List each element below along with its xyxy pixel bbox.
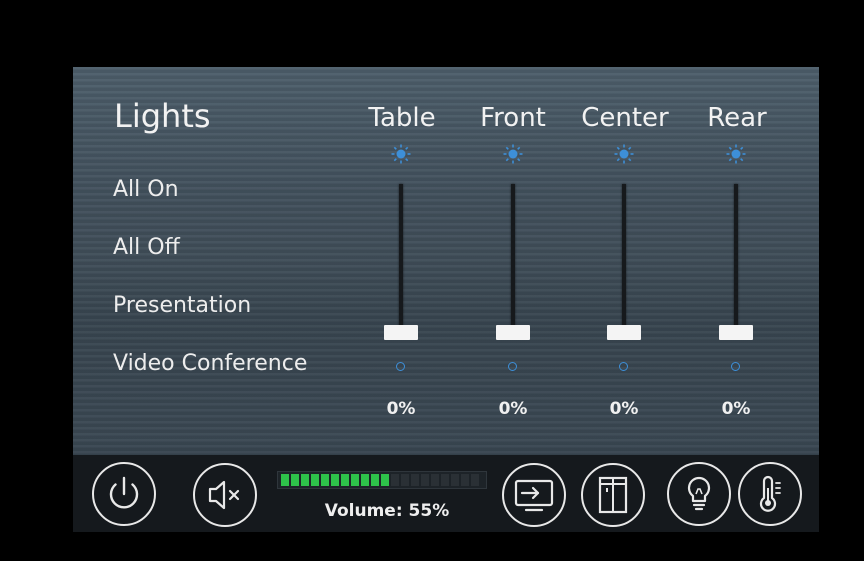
volume-segment	[331, 474, 339, 486]
volume-segment	[341, 474, 349, 486]
zone-center-label: Center	[581, 103, 669, 133]
zone-center-level: 0%	[609, 399, 639, 419]
zone-table-on-icon[interactable]	[391, 144, 411, 164]
scene-video-conference-button[interactable]: Video Conference	[113, 351, 307, 376]
volume-segment	[311, 474, 319, 486]
zone-rear-off-icon[interactable]	[731, 362, 740, 371]
volume-segment	[401, 474, 409, 486]
zone-rear-level: 0%	[721, 399, 751, 419]
zone-front-slider-track[interactable]	[511, 184, 515, 334]
volume-segment	[371, 474, 379, 486]
zone-table-off-icon[interactable]	[396, 362, 405, 371]
scene-presentation-button[interactable]: Presentation	[113, 293, 251, 318]
bottom-control-bar: Volume: 55%	[73, 455, 819, 532]
volume-segment	[301, 474, 309, 486]
volume-segment	[411, 474, 419, 486]
zone-rear-slider-track[interactable]	[734, 184, 738, 334]
volume-segment	[451, 474, 459, 486]
volume-segment	[321, 474, 329, 486]
zone-front-on-icon[interactable]	[503, 144, 523, 164]
lights-panel: Lights All On All Off Presentation Video…	[73, 67, 819, 532]
zone-rear-slider-handle[interactable]	[719, 325, 753, 340]
volume-segment	[351, 474, 359, 486]
volume-segment	[281, 474, 289, 486]
window-icon	[598, 476, 628, 514]
scene-all-off-button[interactable]: All Off	[113, 235, 180, 260]
zone-front-slider-handle[interactable]	[496, 325, 530, 340]
volume-bar[interactable]	[277, 471, 487, 489]
zone-table-slider-track[interactable]	[399, 184, 403, 334]
lights-button[interactable]	[667, 462, 731, 526]
power-icon	[109, 476, 139, 509]
thermometer-icon	[759, 475, 781, 512]
zone-rear-label: Rear	[707, 103, 767, 133]
volume-segment	[461, 474, 469, 486]
volume-segment	[291, 474, 299, 486]
display-icon	[514, 479, 554, 512]
lightbulb-icon	[687, 476, 711, 511]
zone-table-slider-handle[interactable]	[384, 325, 418, 340]
display-source-button[interactable]	[502, 463, 566, 527]
zone-front-off-icon[interactable]	[508, 362, 517, 371]
climate-button[interactable]	[738, 462, 802, 526]
volume-label: Volume: 55%	[324, 501, 450, 521]
zone-center-on-icon[interactable]	[614, 144, 634, 164]
volume-segment	[471, 474, 479, 486]
zone-center-slider-track[interactable]	[622, 184, 626, 334]
power-button[interactable]	[92, 462, 156, 526]
volume-segment	[391, 474, 399, 486]
mute-icon	[208, 480, 240, 510]
zone-center-off-icon[interactable]	[619, 362, 628, 371]
zone-table-label: Table	[368, 103, 436, 133]
volume-segment	[381, 474, 389, 486]
zone-front-label: Front	[480, 103, 546, 133]
volume-segment	[361, 474, 369, 486]
volume-segment	[431, 474, 439, 486]
shades-button[interactable]	[581, 463, 645, 527]
mute-button[interactable]	[193, 463, 257, 527]
volume-segment	[441, 474, 449, 486]
scene-all-on-button[interactable]: All On	[113, 177, 179, 202]
volume-segment	[421, 474, 429, 486]
zone-front-level: 0%	[498, 399, 528, 419]
page-title: Lights	[114, 97, 211, 135]
zone-table-level: 0%	[386, 399, 416, 419]
zone-center-slider-handle[interactable]	[607, 325, 641, 340]
zone-rear-on-icon[interactable]	[726, 144, 746, 164]
